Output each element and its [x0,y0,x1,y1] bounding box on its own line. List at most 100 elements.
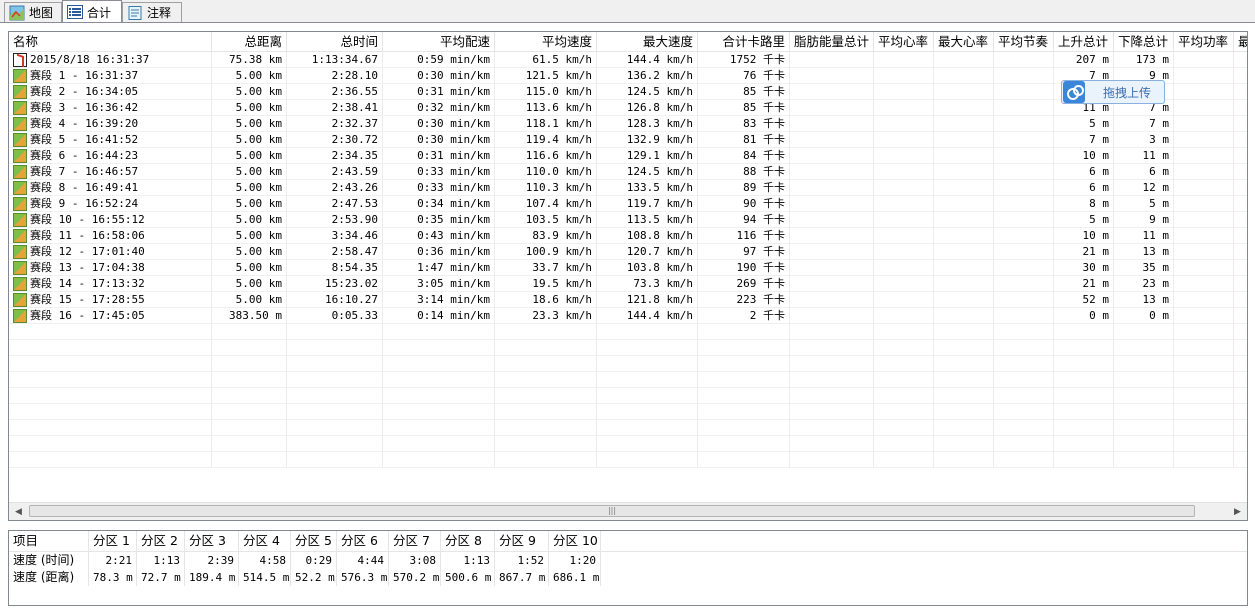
cell-cad [994,228,1054,244]
empty-cell [1114,420,1174,436]
table-row[interactable]: 赛段 16 - 17:45:05 383.50 m 0:05.33 0:14 min/… [9,308,1247,324]
column-header[interactable]: 总时间 [287,32,383,51]
empty-row [9,452,1247,468]
row-name-text: 赛段 2 - 16:34:05 [30,84,139,98]
empty-cell [934,452,994,468]
scroll-thumb[interactable]: ||| [29,505,1195,517]
table-row[interactable]: 赛段 15 - 17:28:55 5.00 km 16:10.27 3:14 min/… [9,292,1247,308]
cell-max: 144.4 km/h [597,52,698,68]
cell-pace: 0:31 min/km [383,84,495,100]
cell-max: 124.5 km/h [597,164,698,180]
table-row[interactable]: 赛段 10 - 16:55:12 5.00 km 2:53.90 0:35 min/k… [9,212,1247,228]
column-header[interactable]: 最 [1234,32,1247,51]
table-row[interactable]: 赛段 11 - 16:58:06 5.00 km 3:34.46 0:43 min/k… [9,228,1247,244]
list-icon [67,4,83,20]
zones-column-header[interactable]: 分区 9 [495,531,549,551]
drag-upload-button[interactable]: 拖拽上传 [1061,80,1165,104]
empty-cell [1234,452,1247,468]
cell-pace: 0:30 min/km [383,116,495,132]
cell-fat [790,164,874,180]
cell-pow [1174,132,1234,148]
zones-header: 项目 分区 1 分区 2 分区 3 分区 4 分区 5 分区 6 分区 7 分区 8 分区 9 分区… [9,531,1247,552]
zones-row[interactable]: 速度 (时间) 2:21 1:13 2:39 4:58 0:29 4:44 3:08 1:13 1… [9,552,1247,569]
zones-column-header[interactable]: 分区 1 [89,531,137,551]
empty-cell [383,452,495,468]
cell-cal: 85 千卡 [698,100,790,116]
zones-column-header[interactable]: 分区 3 [185,531,239,551]
empty-cell [383,356,495,372]
table-row[interactable]: 赛段 6 - 16:44:23 5.00 km 2:34.35 0:31 min/km… [9,148,1247,164]
column-header[interactable]: 平均配速 [383,32,495,51]
column-header[interactable]: 上升总计 [1054,32,1114,51]
table-row[interactable]: 2015/8/18 16:31:37 75.38 km 1:13:34.67 0:59… [9,52,1247,68]
zones-column-header[interactable]: 分区 5 [291,531,337,551]
zones-column-header[interactable]: 分区 7 [389,531,441,551]
column-header[interactable]: 名称 [9,32,212,51]
zones-column-header[interactable]: 项目 [9,531,89,551]
column-header[interactable]: 脂肪能量总计 [790,32,874,51]
empty-cell [874,388,934,404]
zones-row[interactable]: 速度 (距离) 78.3 m 72.7 m 189.4 m 514.5 m 52.2 m5… [9,569,1247,586]
zones-column-header[interactable]: 分区 6 [337,531,389,551]
table-row[interactable]: 赛段 7 - 16:46:57 5.00 km 2:43.59 0:33 min/km… [9,164,1247,180]
cell-max: 124.5 km/h [597,84,698,100]
cell-up: 10 m [1054,228,1114,244]
empty-cell [790,404,874,420]
cell-max: 126.8 km/h [597,100,698,116]
empty-cell [698,324,790,340]
cell-down: 35 m [1114,260,1174,276]
table-row[interactable]: 赛段 8 - 16:49:41 5.00 km 2:43.26 0:33 min/km… [9,180,1247,196]
column-header[interactable]: 合计卡路里 [698,32,790,51]
cell-down: 11 m [1114,228,1174,244]
empty-cell [1174,452,1234,468]
empty-cell [287,436,383,452]
cell-cad [994,308,1054,324]
empty-cell [212,420,287,436]
cell-cad [994,132,1054,148]
zones-column-header[interactable]: 分区 4 [239,531,291,551]
zones-cell: 1:20 [549,552,601,569]
summary-table[interactable]: 名称 总距离 总时间 平均配速 平均速度 最大速度 合计卡路里 脂肪能量总计 平均心率 最大心率平… [8,31,1248,521]
empty-cell [1174,388,1234,404]
cell-x [1234,212,1247,228]
table-row[interactable]: 赛段 12 - 17:01:40 5.00 km 2:58.47 0:36 min/k… [9,244,1247,260]
cell-hrmax [934,276,994,292]
table-row[interactable]: 赛段 5 - 16:41:52 5.00 km 2:30.72 0:30 min/km… [9,132,1247,148]
column-header[interactable]: 下降总计 [1114,32,1174,51]
scroll-right-icon[interactable]: ▶ [1229,503,1246,520]
tab-summary[interactable]: 合计 [62,0,122,23]
table-row[interactable]: 赛段 14 - 17:13:32 5.00 km 15:23.02 3:05 min/… [9,276,1247,292]
empty-cell [383,420,495,436]
zones-column-header[interactable]: 分区 2 [137,531,185,551]
table-row[interactable]: 赛段 13 - 17:04:38 5.00 km 8:54.35 1:47 min/k… [9,260,1247,276]
cell-max: 73.3 km/h [597,276,698,292]
column-header[interactable]: 最大心率 [934,32,994,51]
column-header[interactable]: 平均心率 [874,32,934,51]
tab-notes[interactable]: 注释 [122,2,182,22]
zones-table[interactable]: 项目 分区 1 分区 2 分区 3 分区 4 分区 5 分区 6 分区 7 分区 8 分区 9 分区… [8,530,1248,606]
horizontal-scrollbar[interactable]: ◀ ||| ▶ [9,502,1247,520]
zones-cell: 2:39 [185,552,239,569]
column-header[interactable]: 最大速度 [597,32,698,51]
column-header[interactable]: 平均速度 [495,32,597,51]
column-header[interactable]: 平均功率 [1174,32,1234,51]
column-header[interactable]: 平均节奏 [994,32,1054,51]
empty-cell [874,340,934,356]
empty-cell [698,388,790,404]
cell-pow [1174,148,1234,164]
cell-max: 129.1 km/h [597,148,698,164]
scroll-left-icon[interactable]: ◀ [10,503,27,520]
column-header[interactable]: 总距离 [212,32,287,51]
cell-hrmax [934,148,994,164]
zones-column-header[interactable]: 分区 10 [549,531,601,551]
cell-hrmax [934,100,994,116]
cell-x [1234,84,1247,100]
tab-map[interactable]: 地图 [4,2,62,22]
table-row[interactable]: 赛段 4 - 16:39:20 5.00 km 2:32.37 0:30 min/km… [9,116,1247,132]
cell-hr [874,244,934,260]
empty-cell [1114,356,1174,372]
zones-column-header[interactable]: 分区 8 [441,531,495,551]
cell-cad [994,164,1054,180]
table-row[interactable]: 赛段 9 - 16:52:24 5.00 km 2:47.53 0:34 min/km… [9,196,1247,212]
zones-cell: 686.1 m [549,569,601,586]
